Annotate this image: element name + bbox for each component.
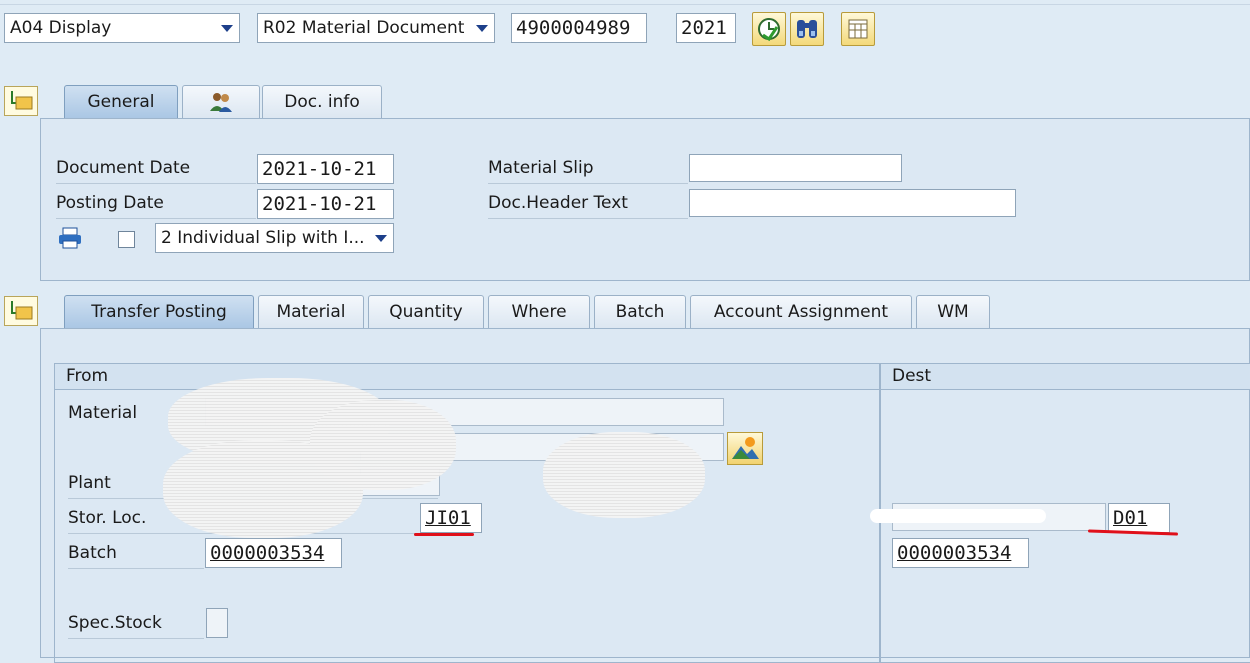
tab-wm-label: WM <box>937 302 969 322</box>
dropdown-arrow-icon[interactable] <box>221 25 233 32</box>
layout-button[interactable] <box>841 12 875 46</box>
material-label: Material <box>68 403 138 423</box>
dropdown-arrow-icon[interactable] <box>375 235 387 242</box>
print-checkbox[interactable] <box>118 231 135 248</box>
execute-clock-icon <box>758 18 780 42</box>
spec-stock-field[interactable] <box>206 608 228 638</box>
material-detail-button[interactable] <box>727 432 763 465</box>
redaction-mask <box>163 440 363 538</box>
tab-material[interactable]: Material <box>258 295 364 329</box>
posting-date-label: Posting Date <box>56 193 164 213</box>
redaction-mask <box>543 432 705 518</box>
tab-quantity-label: Quantity <box>389 302 463 322</box>
dest-header-label: Dest <box>892 366 932 386</box>
tab-account-assignment[interactable]: Account Assignment <box>690 295 912 329</box>
dropdown-arrow-icon[interactable] <box>476 25 488 32</box>
material-slip-input[interactable] <box>689 154 902 182</box>
from-header-label: From <box>66 366 109 386</box>
from-stor-loc-input[interactable]: JI01 <box>420 503 482 533</box>
header-text-label: Doc.Header Text <box>488 193 628 213</box>
spec-stock-label: Spec.Stock <box>68 613 162 633</box>
tab-material-label: Material <box>276 302 346 322</box>
tab-account-assignment-label: Account Assignment <box>713 302 889 322</box>
find-button[interactable] <box>790 12 824 46</box>
document-number-input[interactable]: 4900004989 <box>511 13 647 43</box>
execute-button[interactable] <box>752 12 786 46</box>
tab-batch-label: Batch <box>615 302 665 322</box>
tab-transfer-posting[interactable]: Transfer Posting <box>64 295 254 329</box>
document-date-label: Document Date <box>56 158 191 178</box>
header-text-input[interactable] <box>689 189 1016 217</box>
dest-batch-input[interactable]: 0000003534 <box>892 538 1029 568</box>
material-slip-label: Material Slip <box>488 158 594 178</box>
tab-doc-info[interactable]: Doc. info <box>262 85 382 119</box>
folder-tree-icon <box>11 301 33 320</box>
posting-date-input[interactable]: 2021-10-21 <box>257 189 394 219</box>
document-date-input[interactable]: 2021-10-21 <box>257 154 394 184</box>
folder-tree-icon <box>11 91 33 110</box>
grid-icon <box>848 19 868 39</box>
from-group-header: From <box>54 363 880 390</box>
tab-batch[interactable]: Batch <box>594 295 686 329</box>
document-type-value: R02 Material Document <box>263 18 465 38</box>
tab-doc-info-label: Doc. info <box>284 92 360 112</box>
print-version-select[interactable]: 2 Individual Slip with I... <box>155 223 394 253</box>
tab-partner[interactable] <box>182 85 260 119</box>
landscape-icon <box>732 437 759 459</box>
tab-where-label: Where <box>511 302 567 322</box>
dest-stor-loc-input[interactable]: D01 <box>1108 503 1170 533</box>
action-select[interactable]: A04 Display <box>4 13 240 43</box>
printer-icon <box>59 227 81 249</box>
tab-general[interactable]: General <box>64 85 178 119</box>
toggle-item-button[interactable] <box>4 296 38 326</box>
binoculars-icon <box>797 20 817 38</box>
plant-label: Plant <box>68 473 111 493</box>
annotation-underline <box>414 533 474 536</box>
tab-transfer-posting-label: Transfer Posting <box>91 302 227 322</box>
partner-icon <box>210 93 232 112</box>
general-panel <box>40 118 1250 281</box>
toggle-header-button[interactable] <box>4 86 38 116</box>
document-type-select[interactable]: R02 Material Document <box>257 13 495 43</box>
tab-wm[interactable]: WM <box>916 295 990 329</box>
from-batch-input[interactable]: 0000003534 <box>205 538 342 568</box>
batch-label: Batch <box>68 543 117 563</box>
document-year-input[interactable]: 2021 <box>676 13 736 43</box>
tab-general-label: General <box>87 92 155 112</box>
action-select-value: A04 Display <box>10 18 112 38</box>
tab-quantity[interactable]: Quantity <box>368 295 484 329</box>
stor-loc-label: Stor. Loc. <box>68 508 147 528</box>
print-button[interactable] <box>56 226 84 250</box>
dest-group-header: Dest <box>880 363 1250 390</box>
print-version-value: 2 Individual Slip with I... <box>161 228 365 248</box>
redaction-mask <box>870 509 1046 523</box>
tab-where[interactable]: Where <box>488 295 590 329</box>
